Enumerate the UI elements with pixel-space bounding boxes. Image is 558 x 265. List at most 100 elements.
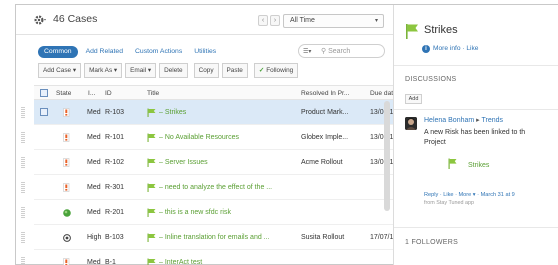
post-text-line: Project [424,139,446,146]
post-author[interactable]: Helena Bonham [424,117,474,124]
col-resolved-in[interactable]: Resolved In Pr... [301,86,349,101]
risk-icon [63,108,70,117]
drag-handle[interactable] [20,125,26,150]
tab-common[interactable]: Common [38,46,78,58]
id-cell: R-102 [105,159,125,166]
case-title-link[interactable]: this is a new sfdc risk [165,209,231,216]
row-checkbox[interactable] [40,158,48,166]
row-checkbox[interactable] [40,233,48,241]
case-title-link[interactable]: InterAct test [165,259,202,265]
email-button[interactable]: Email ▾ [125,63,157,78]
id-cell: R-101 [105,134,125,141]
like-link[interactable]: Like [466,45,478,52]
resolved-in-cell [301,175,367,200]
table-row[interactable]: Med R-201 – this is a new sfdc risk [21,200,393,225]
title-cell[interactable]: – Inline translation for emails and ... [147,225,299,250]
add-case-button[interactable]: Add Case ▾ [38,63,82,78]
add-discussion-button[interactable]: Add [405,94,422,104]
case-title-link[interactable]: Strikes [165,109,186,116]
resolved-in-cell: Product Mark... [301,109,349,116]
app-root: 46 Cases ‹ › All Time ▾ Common Add Relate… [0,0,558,265]
chevron-down-icon: ▾ [374,18,378,24]
done-icon [63,209,71,217]
drag-handle[interactable] [20,175,26,200]
col-title[interactable]: Title [147,86,159,101]
title-cell[interactable]: – InterAct test [147,250,299,265]
chevron-left-icon: ‹ [261,17,265,24]
id-cell: B-1 [105,259,116,265]
delete-button[interactable]: Delete [159,63,188,78]
flag-icon [147,133,156,142]
table-header: State I... ID Title Resolved In Pr... Du… [34,85,397,101]
table-row[interactable]: Med B-1 – InterAct test [21,250,393,265]
col-id[interactable]: ID [105,86,112,101]
col-importance[interactable]: I... [88,86,95,101]
priority-cell: High [87,234,102,241]
title-cell[interactable]: – Strikes [147,100,299,125]
chevron-right-icon: › [273,17,277,24]
post-context[interactable]: Trends [482,117,504,124]
gear-icon[interactable] [33,13,47,27]
detail-pane: Strikes i More info · Like DISCUSSIONS Ad… [394,5,558,265]
next-button[interactable]: › [270,15,280,26]
case-title-link[interactable]: No Available Resources [165,134,239,141]
title-cell[interactable]: – No Available Resources [147,125,299,150]
avatar[interactable] [405,117,417,130]
row-checkbox[interactable] [40,108,48,116]
flag-icon [147,233,156,242]
detail-header: Strikes i More info · Like [394,5,558,66]
resolved-in-cell [301,250,367,265]
col-state[interactable]: State [56,86,71,101]
tab-utilities[interactable]: Utilities [190,46,220,58]
row-checkbox[interactable] [40,208,48,216]
table-row[interactable]: MedR-102– Server IssuesAcme Rollout13/03… [21,150,397,175]
tab-custom-actions[interactable]: Custom Actions [131,46,186,58]
row-checkbox[interactable] [40,133,48,141]
table-row[interactable]: Med R-301 – need to analyze the effect of … [21,175,393,200]
row-checkbox[interactable] [40,183,48,191]
table-row[interactable]: Med R-101 – No Available Resources Globex I… [21,125,397,150]
following-label: Following [266,67,294,74]
prev-button[interactable]: ‹ [258,15,268,26]
risk-icon [63,183,70,192]
priority-cell: Med [87,209,101,216]
title-cell[interactable]: – Server Issues [147,150,299,175]
title-cell[interactable]: – need to analyze the effect of the ... [147,175,299,200]
select-all-checkbox[interactable] [40,89,48,97]
row-checkbox[interactable] [40,258,48,265]
filter-icon[interactable]: ☰▾ [303,48,317,56]
paste-button[interactable]: Paste [221,63,248,78]
tab-add-related[interactable]: Add Related [82,46,127,58]
priority-cell: Med [87,109,101,116]
more-info-link[interactable]: More info [433,45,461,52]
id-cell: B-103 [105,234,124,241]
priority-cell: Med [87,159,101,166]
drag-handle[interactable] [20,250,26,265]
table-row[interactable]: High B-103 – Inline translation for emails… [21,225,397,250]
info-icon: i [422,45,430,53]
scroll-thumb[interactable] [384,101,390,211]
case-title-link[interactable]: need to analyze the effect of the ... [165,184,272,191]
copy-button[interactable]: Copy [193,63,219,78]
post-linked-case[interactable]: Strikes [468,162,489,169]
title-cell[interactable]: – this is a new sfdc risk [147,200,299,225]
post-author-line: Helena Bonham ▸ Trends [424,116,503,124]
post-actions[interactable]: Reply · Like · More ▾ · March 31 at 9 [424,192,515,198]
mark-as-button[interactable]: Mark As ▾ [84,63,123,78]
table-scrollbar[interactable] [383,101,391,265]
drag-handle[interactable] [20,225,26,250]
drag-handle[interactable] [20,150,26,175]
id-cell: R-201 [105,209,125,216]
drag-handle[interactable] [20,100,26,125]
search-icon: ⚲ [321,48,327,55]
search-input[interactable]: ⚲ Search [321,47,350,56]
drag-handle[interactable] [20,200,26,225]
time-filter-select[interactable]: All Time ▾ [283,14,384,28]
search-box[interactable]: ☰▾ ⚲ Search [298,44,385,58]
following-button[interactable]: ✓ Following [253,63,299,78]
page-title: 46 Cases [53,13,98,25]
case-title-link[interactable]: Inline translation for emails and ... [165,234,270,241]
case-title-link[interactable]: Server Issues [165,159,208,166]
table-row[interactable]: MedR-103– StrikesProduct Mark...13/03/14 [21,100,397,125]
arrow-right-icon: ▸ [476,117,480,124]
